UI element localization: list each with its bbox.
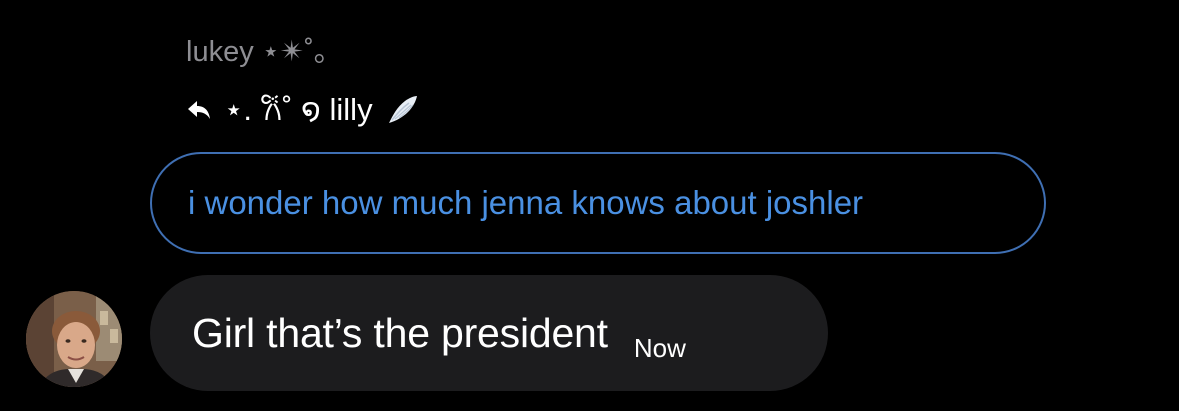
sender-name: lukey ⋆✴︎˚｡ bbox=[186, 36, 329, 68]
message-bubble[interactable]: Girl that’s the president Now bbox=[150, 275, 828, 391]
reply-arrow-icon bbox=[186, 98, 212, 122]
message-timestamp: Now bbox=[633, 332, 686, 363]
quoted-message-text: i wonder how much jenna knows about josh… bbox=[188, 184, 864, 221]
quoted-message-bubble[interactable]: i wonder how much jenna knows about josh… bbox=[150, 152, 1046, 254]
message-text: Girl that’s the president bbox=[192, 309, 608, 356]
reply-to-name: ⋆. 𐙚˚ ໑ lilly bbox=[224, 92, 373, 127]
avatar[interactable] bbox=[26, 291, 122, 387]
wing-icon bbox=[385, 93, 419, 127]
reply-context[interactable]: ⋆. 𐙚˚ ໑ lilly bbox=[186, 90, 419, 130]
